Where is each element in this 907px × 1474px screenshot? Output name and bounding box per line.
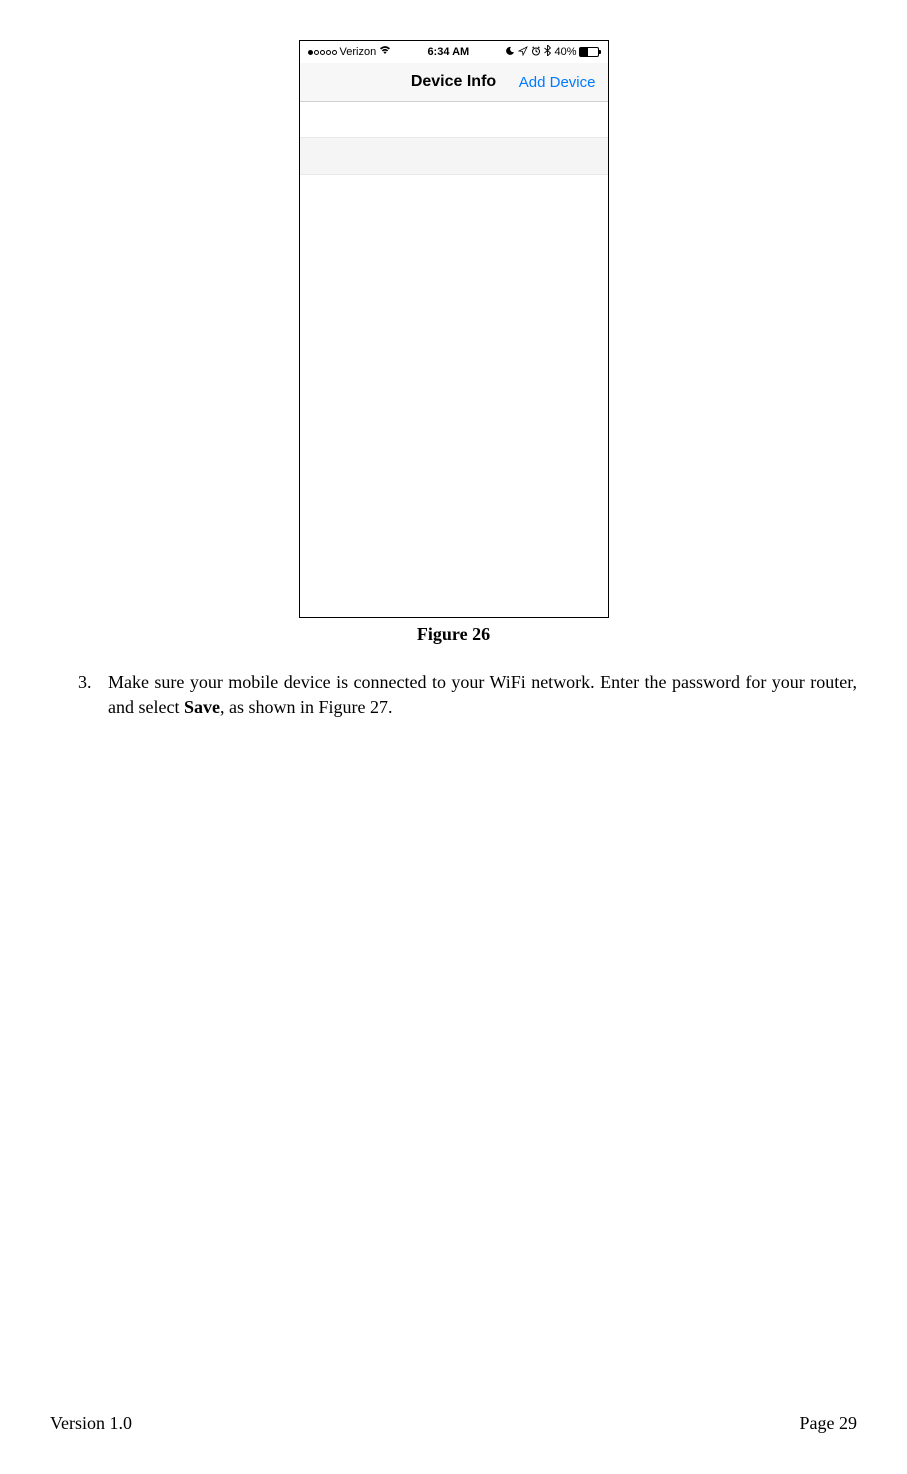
phone-content-area bbox=[300, 137, 608, 617]
nav-title: Device Info bbox=[411, 73, 496, 91]
bluetooth-icon bbox=[544, 45, 551, 59]
instruction-list: 3. Make sure your mobile device is conne… bbox=[78, 670, 857, 720]
instruction-text-part2: , as shown in Figure 27. bbox=[220, 697, 393, 717]
footer-version: Version 1.0 bbox=[50, 1413, 132, 1434]
alarm-icon bbox=[531, 46, 541, 59]
battery-icon bbox=[579, 47, 599, 57]
figure-caption: Figure 26 bbox=[50, 624, 857, 645]
signal-strength-icon bbox=[308, 50, 337, 55]
instruction-text: Make sure your mobile device is connecte… bbox=[108, 670, 857, 720]
page-footer: Version 1.0 Page 29 bbox=[50, 1413, 857, 1434]
instruction-number: 3. bbox=[78, 670, 96, 720]
location-icon bbox=[518, 46, 528, 59]
footer-page: Page 29 bbox=[800, 1413, 858, 1434]
phone-screenshot: Verizon 6:34 AM 40% Device Info Ad bbox=[299, 40, 609, 618]
carrier-label: Verizon bbox=[340, 46, 377, 58]
battery-percent-label: 40% bbox=[554, 46, 576, 58]
instruction-bold-word: Save bbox=[184, 697, 220, 717]
add-device-button[interactable]: Add Device bbox=[515, 74, 595, 91]
wifi-icon bbox=[379, 46, 391, 58]
navigation-bar: Device Info Add Device bbox=[300, 63, 608, 102]
empty-list-row bbox=[300, 137, 608, 175]
status-time: 6:34 AM bbox=[427, 46, 469, 58]
status-left: Verizon bbox=[308, 46, 392, 58]
status-bar: Verizon 6:34 AM 40% bbox=[300, 41, 608, 63]
instruction-item: 3. Make sure your mobile device is conne… bbox=[78, 670, 857, 720]
do-not-disturb-icon bbox=[505, 46, 515, 59]
status-right: 40% bbox=[505, 45, 599, 59]
